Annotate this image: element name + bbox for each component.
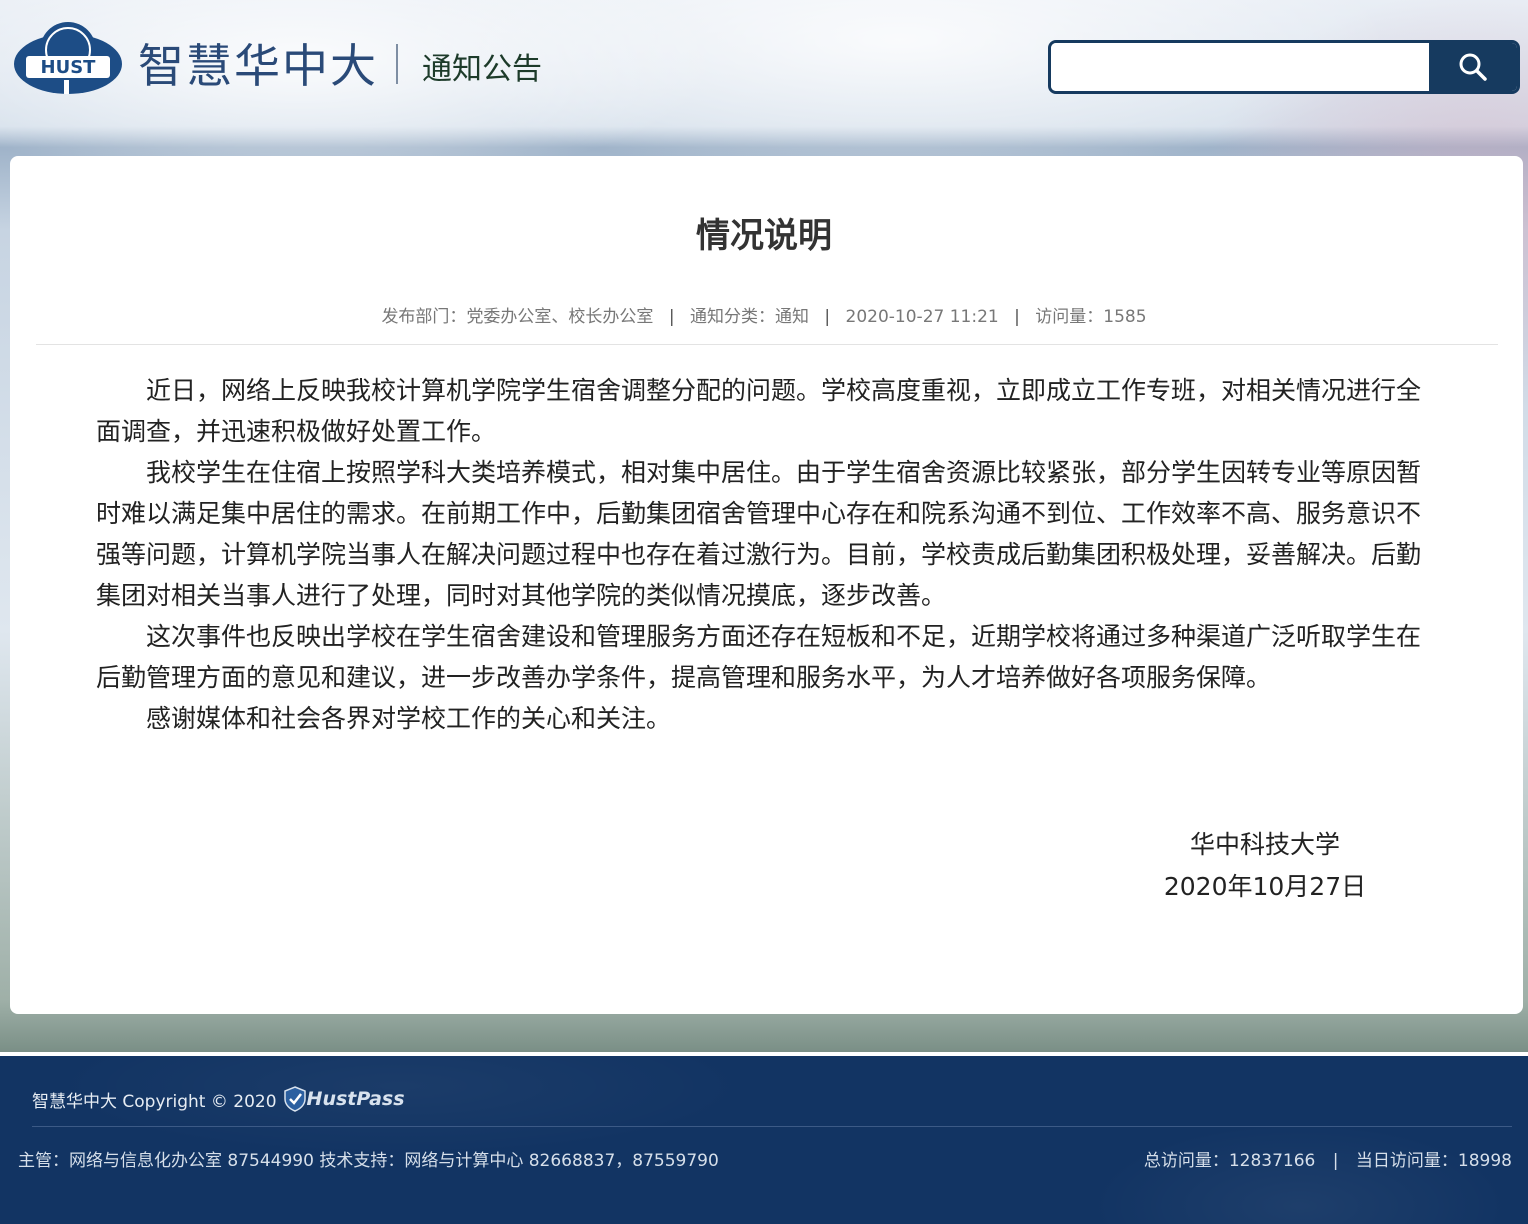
meta-separator: |	[668, 307, 675, 327]
meta-department: 党委办公室、校长办公室	[466, 307, 654, 327]
today-visits-label: 当日访问量：	[1355, 1151, 1458, 1171]
svg-text:HUST: HUST	[41, 57, 97, 78]
section-title[interactable]: 通知公告	[422, 44, 542, 88]
article-meta: 发布部门：党委办公室、校长办公室 | 通知分类：通知 | 2020-10-27 …	[0, 302, 1528, 327]
title-divider	[36, 344, 1498, 345]
total-visits: 12837166	[1228, 1151, 1316, 1171]
total-visits-label: 总访问量：	[1143, 1151, 1229, 1171]
article-body: 近日，网络上反映我校计算机学院学生宿舍调整分配的问题。学校高度重视，立即成立工作…	[96, 370, 1442, 739]
search-input[interactable]	[1051, 43, 1429, 91]
meta-separator: |	[824, 307, 831, 327]
stats-separator: |	[1332, 1151, 1339, 1171]
meta-views: 1585	[1103, 307, 1147, 327]
search-box	[1048, 40, 1520, 94]
brand-name[interactable]: 智慧华中大	[138, 30, 378, 96]
today-visits: 18998	[1457, 1151, 1512, 1171]
article-signature: 华中科技大学 2020年10月27日	[1130, 824, 1400, 908]
meta-category: 通知	[774, 307, 809, 327]
hustpass-label: HustPass	[306, 1088, 405, 1110]
copyright-text: 智慧华中大 Copyright © 2020	[32, 1091, 277, 1112]
search-icon	[1459, 53, 1487, 81]
hustpass-logo[interactable]: HustPass	[283, 1086, 405, 1112]
footer-visit-stats: 总访问量：12837166 | 当日访问量：18998	[1144, 1146, 1512, 1171]
site-footer: 智慧华中大 Copyright © 2020 HustPass 主管：网络与信息…	[0, 1052, 1528, 1224]
meta-department-label: 发布部门：	[381, 307, 467, 327]
hust-logo[interactable]: HUST	[12, 20, 124, 96]
site-header: HUST 智慧华中大 通知公告	[0, 0, 1528, 126]
footer-admin-info: 主管：网络与信息化办公室 87544990 技术支持：网络与计算中心 82668…	[18, 1151, 719, 1171]
signature-org: 华中科技大学	[1189, 830, 1340, 859]
article-paragraph: 这次事件也反映出学校在学生宿舍建设和管理服务方面还存在短板和不足，近期学校将通过…	[96, 622, 1422, 692]
footer-divider	[32, 1126, 1512, 1127]
article-paragraph: 我校学生在住宿上按照学科大类培养模式，相对集中居住。由于学生宿舍资源比较紧张，部…	[96, 458, 1422, 610]
search-button[interactable]	[1429, 43, 1517, 91]
article-title: 情况说明	[696, 216, 832, 256]
hust-cloud-icon: HUST	[14, 22, 122, 94]
meta-views-label: 访问量：	[1035, 307, 1104, 327]
header-divider	[396, 44, 398, 84]
article-paragraph: 感谢媒体和社会各界对学校工作的关心和关注。	[146, 704, 672, 733]
meta-separator: |	[1014, 307, 1020, 327]
footer-copyright-row: 智慧华中大 Copyright © 2020 HustPass	[32, 1086, 405, 1112]
article-paragraph: 近日，网络上反映我校计算机学院学生宿舍调整分配的问题。学校高度重视，立即成立工作…	[96, 376, 1422, 446]
signature-date: 2020年10月27日	[1163, 872, 1367, 901]
shield-check-icon	[283, 1086, 306, 1112]
meta-category-label: 通知分类：	[689, 307, 775, 327]
meta-datetime: 2020-10-27 11:21	[845, 307, 999, 327]
